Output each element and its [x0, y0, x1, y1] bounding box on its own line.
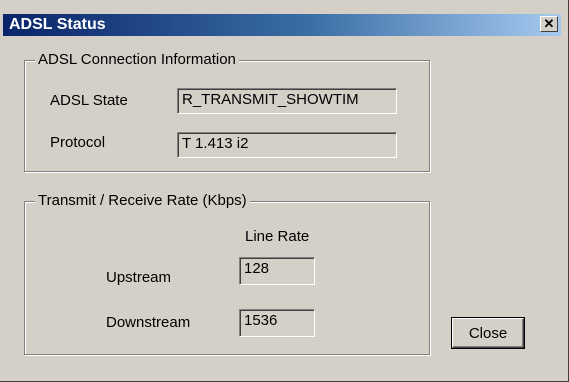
upstream-field: 128 [239, 257, 315, 285]
title-bar[interactable]: ADSL Status ✕ [3, 14, 561, 36]
downstream-field: 1536 [239, 309, 315, 337]
upstream-label: Upstream [106, 269, 172, 286]
rate-legend: Transmit / Receive Rate (Kbps) [35, 192, 250, 209]
protocol-field: T 1.413 i2 [177, 132, 397, 158]
rate-group: Transmit / Receive Rate (Kbps) [24, 192, 430, 355]
adsl-state-field: R_TRANSMIT_SHOWTIM [177, 88, 397, 114]
connection-info-legend: ADSL Connection Information [35, 51, 239, 68]
adsl-status-dialog: ADSL Status ✕ ADSL Connection Informatio… [0, 0, 569, 382]
line-rate-header: Line Rate [245, 228, 310, 245]
close-icon[interactable]: ✕ [540, 16, 558, 32]
adsl-state-label: ADSL State [50, 92, 128, 109]
downstream-label: Downstream [106, 314, 191, 331]
protocol-label: Protocol [50, 134, 106, 151]
close-button[interactable]: Close [452, 318, 524, 348]
window-title: ADSL Status [9, 16, 106, 33]
